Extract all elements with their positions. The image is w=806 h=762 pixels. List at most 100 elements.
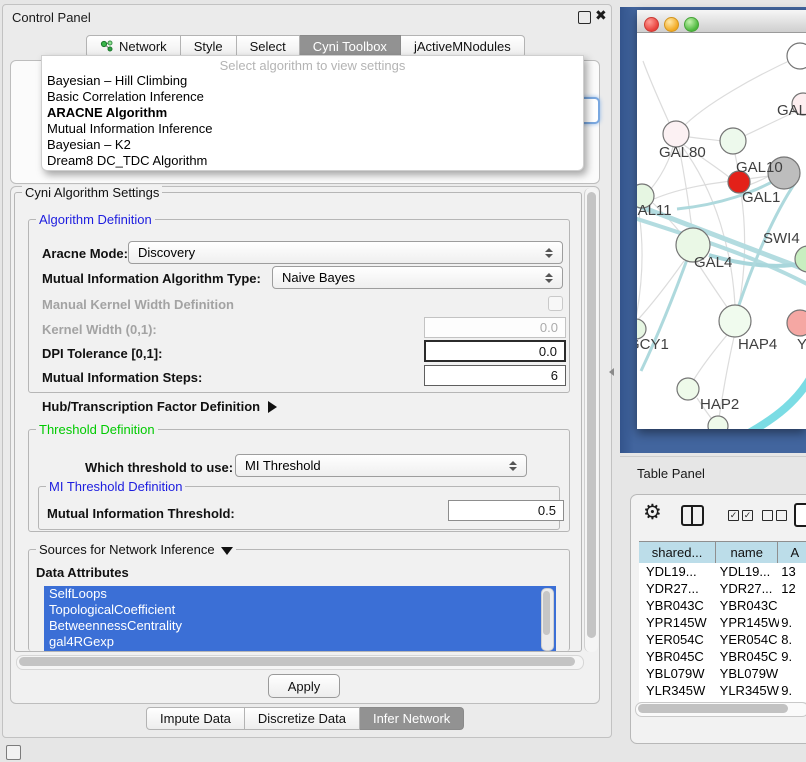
cell[interactable]: YBR043C [639,597,717,614]
mi-threshold-field[interactable]: 0.5 [448,500,564,521]
column-header-name[interactable]: name [716,542,778,564]
cell[interactable]: YDL19... [717,563,780,580]
cell[interactable]: YLR345W [639,682,717,699]
node[interactable] [787,43,806,69]
threshold-definition-label: Threshold Definition [36,422,158,437]
spinner-arrows-icon [545,273,553,283]
cell[interactable]: YER054C [717,631,780,648]
node-label: Y [797,336,806,353]
list-item[interactable]: SelfLoops [44,586,556,602]
mi-type-select[interactable]: Naive Bayes [272,266,563,289]
cell[interactable]: YDR27... [717,580,780,597]
cell[interactable]: YBR045C [717,648,780,665]
network-canvas[interactable]: GAL GAL80 GAL10 GAL1 GAL11 SWI4 GAL4 GCY… [637,33,806,429]
data-attributes-list[interactable]: SelfLoops TopologicalCoefficient Between… [44,586,556,651]
table-body[interactable]: YDL19...YDL19...13 YDR27...YDR27...12 YB… [639,563,806,702]
splitter-collapse-arrow[interactable] [609,368,614,376]
window-close-icon[interactable] [644,17,659,32]
hub-definition-expander[interactable]: Hub/Transcription Factor Definition [42,399,277,414]
cell[interactable]: YDL19... [639,563,717,580]
table-row[interactable]: YLR345WYLR345W9. [639,682,806,699]
scrollbar-thumb[interactable] [543,591,550,635]
unchecked-checkbox-icon[interactable] [776,510,787,521]
table-row[interactable]: YBL079WYBL079W [639,665,806,682]
cell[interactable]: YER054C [639,631,717,648]
cell[interactable]: YDR27... [639,580,717,597]
dpi-tolerance-field[interactable]: 0.0 [424,340,566,362]
aracne-mode-select[interactable]: Discovery [128,241,563,264]
scrollbar-thumb[interactable] [587,192,596,638]
window-zoom-icon[interactable] [684,17,699,32]
table-horizontal-scrollbar[interactable] [635,702,806,717]
checked-checkbox-icon[interactable]: ✓ [728,510,739,521]
checked-checkbox-icon[interactable]: ✓ [742,510,753,521]
cell[interactable]: YBL079W [639,665,717,682]
window-minimize-icon[interactable] [664,17,679,32]
cell[interactable]: YLR345W [717,682,780,699]
dropdown-item-selected[interactable]: ARACNE Algorithm [42,105,583,121]
cell[interactable]: YPR145W [639,614,717,631]
tab-infer-network[interactable]: Infer Network [360,707,464,730]
cell[interactable] [779,665,806,682]
dropdown-item[interactable]: Mutual Information Inference [42,121,583,137]
split-pane-icon[interactable] [681,505,704,526]
node-label: SWI4 [763,230,800,247]
mi-threshold-group-label: MI Threshold Definition [46,479,185,494]
aracne-mode-value: Discovery [138,245,195,260]
gear-icon[interactable]: ⚙ [643,502,662,523]
list-item[interactable]: BetweennessCentrality [44,618,556,634]
node-hap4[interactable] [719,305,751,337]
table-icon-partial[interactable] [794,503,806,527]
settings-vertical-scrollbar[interactable] [584,188,598,652]
cell[interactable]: 12 [779,580,806,597]
table-row[interactable]: YDR27...YDR27...12 [639,580,806,597]
unchecked-checkbox-icon[interactable] [762,510,773,521]
node-label: GAL80 [659,144,706,161]
scrollbar-thumb[interactable] [638,704,788,713]
manual-kernel-checkbox[interactable] [548,296,563,311]
cell[interactable]: YBR045C [639,648,717,665]
tab-discretize-data[interactable]: Discretize Data [245,707,360,730]
cell[interactable]: YPR145W [717,614,780,631]
dropdown-item[interactable]: Dream8 DC_TDC Algorithm [42,153,583,169]
table-row[interactable]: YPR145WYPR145W9. [639,614,806,631]
dropdown-item[interactable]: Bayesian – K2 [42,137,583,153]
float-panel-icon[interactable] [578,11,591,24]
table-row[interactable]: YBR043CYBR043C [639,597,806,614]
network-window[interactable]: GAL GAL80 GAL10 GAL1 GAL11 SWI4 GAL4 GCY… [637,10,806,429]
cell[interactable]: 9. [779,682,806,699]
column-header-partial[interactable]: A [778,542,806,564]
which-threshold-select[interactable]: MI Threshold [235,454,527,477]
settings-horizontal-scrollbar[interactable] [16,655,584,670]
kernel-width-field[interactable]: 0.0 [424,317,566,338]
close-panel-icon[interactable]: ✖ [595,7,607,24]
docked-panel-icon[interactable] [6,745,21,760]
cell[interactable]: YBR043C [717,597,780,614]
dropdown-item[interactable]: Bayesian – Hill Climbing [42,73,583,89]
list-item[interactable]: gal4RGexp [44,634,556,650]
attributes-list-scrollbar[interactable] [541,588,554,651]
mi-steps-field[interactable]: 6 [424,365,566,386]
column-header-shared-name[interactable]: shared... [639,542,716,564]
node-gal10[interactable] [720,128,746,154]
node-y-partial[interactable] [787,310,806,336]
table-row[interactable]: YER054CYER054C8. [639,631,806,648]
cell[interactable]: 8. [779,631,806,648]
tab-style-label: Style [194,39,223,54]
tab-impute-data[interactable]: Impute Data [146,707,245,730]
node-hap2[interactable] [677,378,699,400]
node-label: GAL10 [736,159,783,176]
list-item[interactable]: TopologicalCoefficient [44,602,556,618]
dropdown-item[interactable]: Basic Correlation Inference [42,89,583,105]
cell[interactable]: YBL079W [717,665,780,682]
cell[interactable]: 9. [779,614,806,631]
cell[interactable]: 9. [779,648,806,665]
scrollbar-thumb[interactable] [19,657,575,666]
network-window-titlebar[interactable] [637,10,806,33]
sources-group-label[interactable]: Sources for Network Inference [36,542,236,557]
cell[interactable]: 13 [779,563,806,580]
apply-button[interactable]: Apply [268,674,340,698]
table-row[interactable]: YDL19...YDL19...13 [639,563,806,580]
cell[interactable] [779,597,806,614]
table-row[interactable]: YBR045CYBR045C9. [639,648,806,665]
